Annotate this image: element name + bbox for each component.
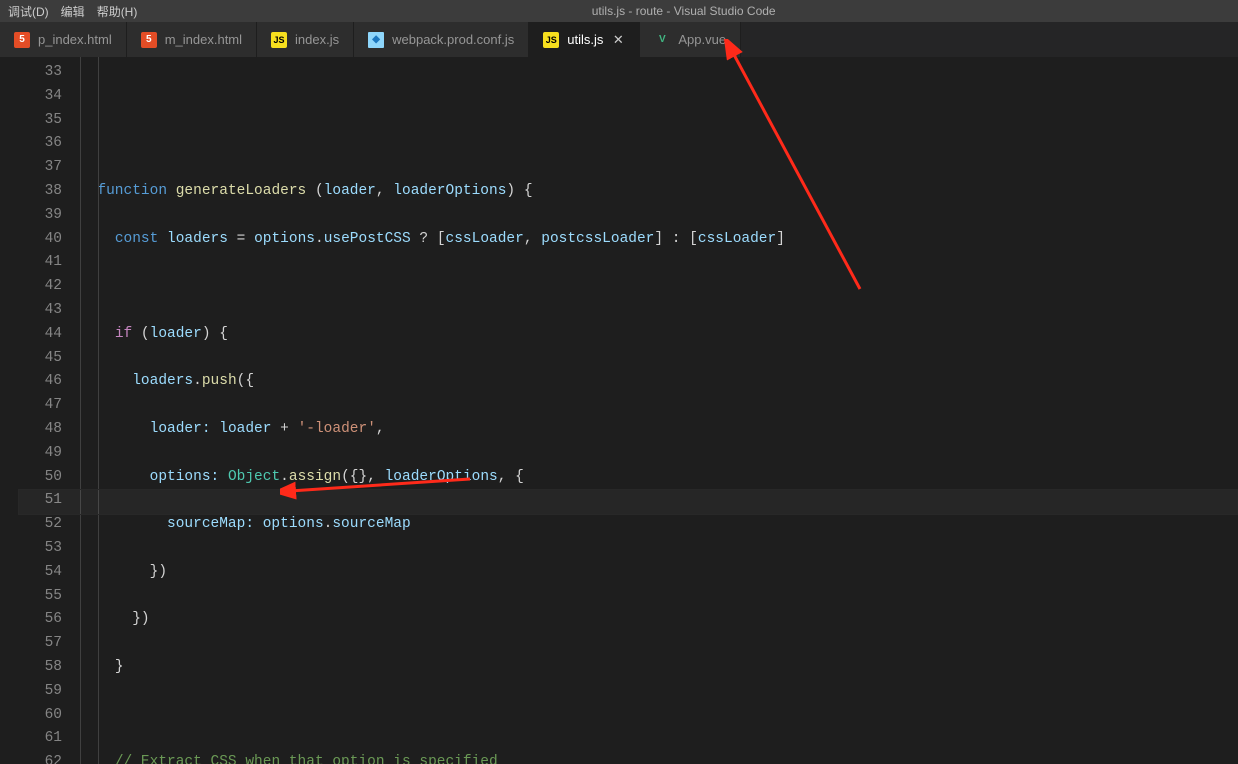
tab-utils-js[interactable]: JS utils.js ✕ (529, 22, 640, 57)
tab-label: index.js (295, 32, 339, 47)
code-line: }) (80, 561, 1238, 585)
menu-item[interactable]: 帮助(H) (97, 3, 138, 20)
tab-m-index-html[interactable]: 5 m_index.html (127, 22, 257, 57)
vue-icon: V (654, 32, 670, 48)
code-line (80, 704, 1238, 728)
tab-webpack-prod-conf-js[interactable]: ◆ webpack.prod.conf.js (354, 22, 529, 57)
tab-p-index-html[interactable]: 5 p_index.html (0, 22, 127, 57)
indent-guide (80, 57, 81, 764)
code-line: // Extract CSS when that option is speci… (80, 751, 1238, 764)
tab-bar: 5 p_index.html 5 m_index.html JS index.j… (0, 22, 1238, 57)
code-line: loader: loader + '-loader', (80, 418, 1238, 442)
indent-guide (98, 57, 99, 764)
html-icon: 5 (14, 32, 30, 48)
tab-label: p_index.html (38, 32, 112, 47)
tab-index-js[interactable]: JS index.js (257, 22, 354, 57)
code-area[interactable]: function generateLoaders (loader, loader… (80, 57, 1238, 764)
close-icon[interactable]: ✕ (611, 32, 625, 48)
code-line: if (loader) { (80, 323, 1238, 347)
tab-label: App.vue (678, 32, 726, 47)
title-bar: 调试(D) 编辑 帮助(H) utils.js - route - Visual… (0, 0, 1238, 22)
editor[interactable]: 3334353637383940414243444546474849505152… (0, 57, 1238, 764)
js-icon: JS (543, 32, 559, 48)
code-line: sourceMap: options.sourceMap (80, 513, 1238, 537)
html-icon: 5 (141, 32, 157, 48)
active-line-highlight (18, 489, 1238, 515)
menu-item[interactable]: 调试(D) (8, 3, 49, 20)
tab-app-vue[interactable]: V App.vue (640, 22, 741, 57)
tab-label: utils.js (567, 32, 603, 47)
webpack-icon: ◆ (368, 32, 384, 48)
js-icon: JS (271, 32, 287, 48)
tab-label: webpack.prod.conf.js (392, 32, 514, 47)
code-line: }) (80, 608, 1238, 632)
code-line: const loaders = options.usePostCSS ? [cs… (80, 228, 1238, 252)
code-line: function generateLoaders (loader, loader… (80, 180, 1238, 204)
window-title: utils.js - route - Visual Studio Code (137, 4, 1230, 18)
tab-label: m_index.html (165, 32, 242, 47)
code-line (80, 275, 1238, 299)
menu-bar: 调试(D) 编辑 帮助(H) (8, 3, 137, 20)
code-line: loaders.push({ (80, 370, 1238, 394)
code-line: options: Object.assign({}, loaderOptions… (80, 466, 1238, 490)
line-numbers: 3334353637383940414243444546474849505152… (0, 57, 80, 764)
menu-item[interactable]: 编辑 (61, 3, 85, 20)
code-line: } (80, 656, 1238, 680)
